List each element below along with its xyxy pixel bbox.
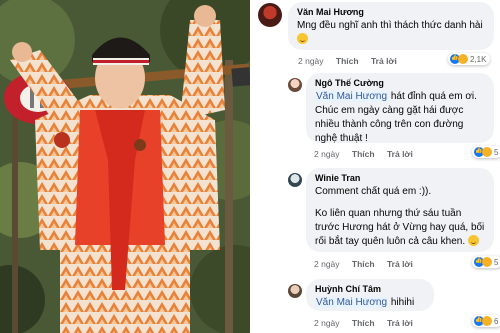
comment-actions: 2 ngày Thích Trả lời (314, 318, 423, 328)
post-photo (0, 0, 250, 333)
reaction-count: 6 (494, 316, 499, 326)
comment-actions: 2 ngày Thích Trả lời (314, 259, 423, 269)
comment-time[interactable]: 2 ngày (314, 149, 340, 159)
reaction-summary[interactable]: 5 (472, 256, 500, 268)
reaction-count: 5 (494, 147, 499, 157)
haha-reaction-icon (482, 257, 492, 267)
like-button[interactable]: Thích (352, 318, 375, 328)
comment-bubble: Văn Mai Hương Mng đều nghĩ anh thì thách… (288, 2, 494, 50)
comment-time[interactable]: 2 ngày (298, 56, 324, 66)
comment-text: Mng đều nghĩ anh thì thách thức danh hài (297, 20, 483, 31)
like-button[interactable]: Thích (336, 56, 359, 66)
reply-button[interactable]: Trả lời (387, 149, 413, 159)
comment-text: hihihi (390, 297, 415, 308)
reaction-summary[interactable]: 6 (472, 315, 500, 327)
avatar[interactable] (288, 173, 302, 187)
mention-link[interactable]: Văn Mai Hương (315, 91, 389, 102)
comment-thread: Văn Mai Hương Mng đều nghĩ anh thì thách… (250, 0, 500, 333)
avatar[interactable] (288, 78, 302, 92)
comment-actions: 2 ngày Thích Trả lời (314, 149, 423, 159)
reply-button[interactable]: Trả lời (371, 56, 397, 66)
reaction-summary[interactable]: 5 (472, 146, 500, 158)
comment-author[interactable]: Ngô Thế Cường (315, 78, 485, 88)
comment-author[interactable]: Văn Mai Hương (297, 7, 485, 17)
comment-time[interactable]: 2 ngày (314, 259, 340, 269)
comment-author[interactable]: Huỳnh Chí Tâm (315, 284, 425, 294)
grin-emoji-icon (467, 235, 479, 246)
avatar[interactable] (288, 284, 302, 298)
haha-reaction-icon (482, 147, 492, 157)
reaction-count: 5 (494, 257, 499, 267)
comment-time[interactable]: 2 ngày (314, 318, 340, 328)
avatar[interactable] (258, 3, 282, 27)
comment-text: hát đỉnh quá em ơi. (390, 91, 477, 102)
smile-emoji-icon (297, 33, 308, 44)
like-button[interactable]: Thích (352, 149, 375, 159)
comment-text-continued: Chúc em ngày càng gặt hái được nhiều thà… (315, 105, 464, 144)
comment-bubble: Ngô Thế Cường Văn Mai Hương hát đỉnh quá… (306, 73, 494, 144)
photo-illustration (0, 0, 250, 333)
comment-text: Comment chất quá em :)). (315, 186, 432, 197)
comment-text-continued: Ko liên quan nhưng thứ sáu tuần trước Hư… (315, 208, 485, 247)
like-button[interactable]: Thích (352, 259, 375, 269)
reply-button[interactable]: Trả lời (387, 318, 413, 328)
haha-reaction-icon (458, 54, 468, 64)
comment-actions: 2 ngày Thích Trả lời (298, 56, 407, 66)
comment-author[interactable]: Winie Tran (315, 173, 485, 183)
reaction-summary[interactable]: 2,1K (448, 53, 491, 65)
reply-button[interactable]: Trả lời (387, 259, 413, 269)
haha-reaction-icon (482, 316, 492, 326)
comment-bubble: Huỳnh Chí Tâm Văn Mai Hương hihihi (306, 279, 434, 311)
reaction-count: 2,1K (470, 54, 487, 64)
mention-link[interactable]: Văn Mai Hương (315, 297, 389, 308)
comment-bubble: Winie Tran Comment chất quá em :)). Ko l… (306, 168, 494, 252)
